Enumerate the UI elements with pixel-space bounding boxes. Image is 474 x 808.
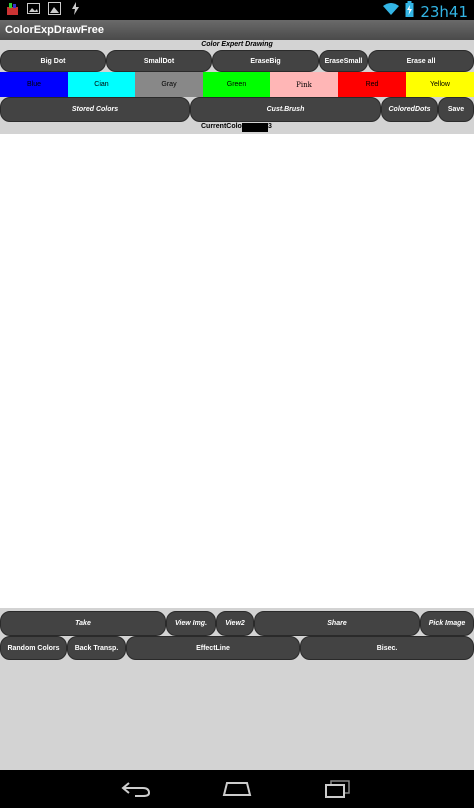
big-dot-button[interactable]: Big Dot	[0, 50, 106, 72]
back-icon[interactable]	[116, 778, 156, 800]
battery-charging-icon	[405, 1, 414, 22]
color-swatch-green[interactable]: Green	[203, 72, 270, 97]
color-swatch-blue[interactable]: Blue	[0, 72, 68, 97]
clock: 23h41	[420, 2, 468, 21]
app-content: Color Expert Drawing Big Dot SmallDot Er…	[0, 40, 474, 770]
view-img-button[interactable]: View Img.	[166, 611, 216, 636]
share-button[interactable]: Share	[254, 611, 420, 636]
status-bar: 23h41	[0, 0, 474, 22]
take-button[interactable]: Take	[0, 611, 166, 636]
home-icon[interactable]	[217, 778, 257, 800]
erase-small-button[interactable]: EraseSmall	[319, 50, 368, 72]
color-swatch-cian[interactable]: Cian	[68, 72, 135, 97]
app-icon	[6, 2, 19, 15]
current-color-value: 3	[268, 123, 272, 130]
save-button[interactable]: Save	[438, 97, 474, 122]
color-swatch-pink[interactable]: Pink	[270, 72, 338, 97]
drawing-canvas[interactable]	[0, 134, 474, 608]
color-swatch-red[interactable]: Red	[338, 72, 406, 97]
colored-dots-button[interactable]: ColoredDots	[381, 97, 438, 122]
recent-apps-icon[interactable]	[318, 778, 358, 800]
random-colors-button[interactable]: Random Colors	[0, 636, 67, 660]
cust-brush-button[interactable]: Cust.Brush	[190, 97, 381, 122]
stored-colors-button[interactable]: Stored Colors	[0, 97, 190, 122]
gallery-icon	[27, 2, 40, 15]
page-subtitle: Color Expert Drawing	[201, 41, 273, 48]
app-title: ColorExpDrawFree	[0, 20, 474, 40]
color-swatch-gray[interactable]: Gray	[135, 72, 203, 97]
navigation-bar	[0, 770, 474, 808]
usb-icon	[69, 2, 82, 15]
effect-line-button[interactable]: EffectLine	[126, 636, 300, 660]
back-transp-button[interactable]: Back Transp.	[67, 636, 126, 660]
current-color-label: CurrentColor	[201, 123, 245, 130]
image-icon	[48, 2, 61, 15]
current-color-swatch	[242, 123, 268, 132]
current-color-row: CurrentColor 3	[0, 122, 474, 132]
view2-button[interactable]: View2	[216, 611, 254, 636]
erase-all-button[interactable]: Erase all	[368, 50, 474, 72]
pick-image-button[interactable]: Pick Image	[420, 611, 474, 636]
erase-big-button[interactable]: EraseBig	[212, 50, 319, 72]
color-swatch-yellow[interactable]: Yellow	[406, 72, 474, 97]
bisec-button[interactable]: Bisec.	[300, 636, 474, 660]
small-dot-button[interactable]: SmallDot	[106, 50, 212, 72]
wifi-icon	[383, 2, 400, 21]
